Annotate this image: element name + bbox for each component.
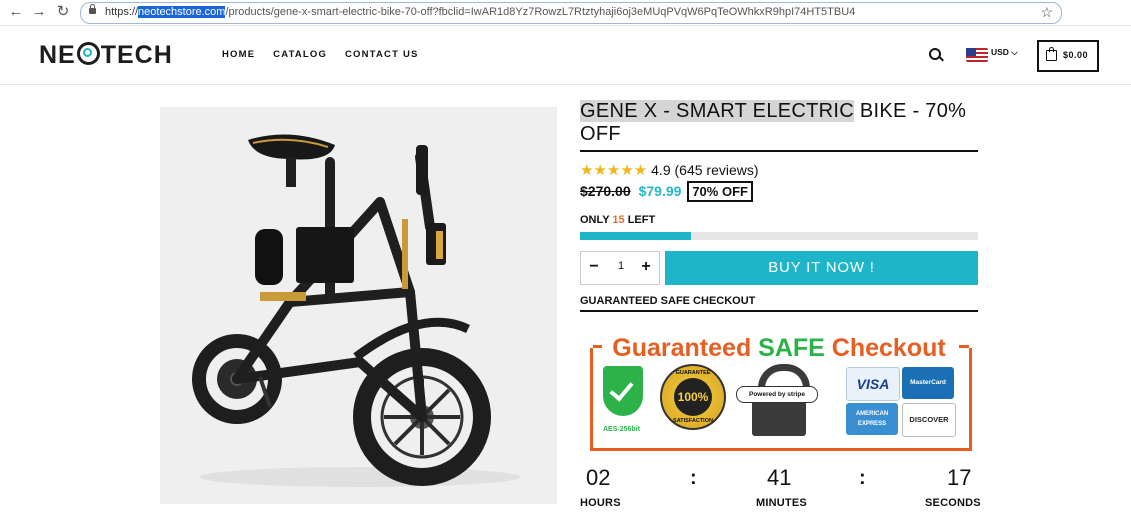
stock-prefix: ONLY: [580, 214, 613, 226]
countdown-timer: 02 : 41 : 17 HOURS MINUTES SECONDS: [580, 465, 981, 515]
product-title: GENE X - SMART ELECTRIC BIKE - 70% OFF: [580, 100, 978, 152]
countdown-separator: :: [859, 467, 866, 489]
cart-button[interactable]: $0.00: [1037, 40, 1099, 72]
url-path: /products/gene-x-smart-electric-bike-70-…: [225, 6, 856, 18]
lock-icon: [89, 4, 96, 14]
forward-arrow-icon[interactable]: →: [31, 4, 47, 20]
amex-text-1: AMERICAN: [855, 411, 889, 417]
purchase-row: − 1 + BUY IT NOW !: [580, 251, 978, 285]
address-bar[interactable]: https://neotechstore.com/products/gene-x…: [80, 2, 1062, 24]
stock-notice: ONLY 15 LEFT: [580, 214, 978, 226]
stock-count: 15: [612, 214, 625, 226]
discover-logo: DISCOVER: [902, 403, 956, 437]
quantity-minus-button[interactable]: −: [586, 258, 602, 276]
safe-checkout-badge: Guaranteed SAFE Checkout AES-256bit GUAR…: [588, 334, 972, 458]
url-prefix: https://: [105, 6, 139, 18]
countdown-hours: 02: [586, 465, 611, 490]
price-row: $270.00 $79.99 70% OFF: [580, 181, 978, 205]
stock-suffix: LEFT: [624, 214, 656, 226]
stripe-label: Powered by stripe: [736, 386, 818, 403]
discount-badge: 70% OFF: [687, 181, 753, 202]
site-logo[interactable]: NE TECH: [39, 41, 173, 70]
quantity-stepper[interactable]: − 1 +: [580, 251, 660, 285]
logo-text-end: TECH: [100, 41, 173, 69]
nav-catalog[interactable]: CATALOG: [273, 49, 327, 60]
url-text[interactable]: https://neotechstore.com/products/gene-x…: [105, 6, 855, 18]
logo-text-start: NE: [39, 41, 76, 69]
cart-total: $0.00: [1063, 50, 1089, 60]
product-title-highlighted: GENE X - SMART ELECTRIC: [580, 100, 854, 122]
rating-stars-icon: ★★★★★: [580, 162, 648, 179]
stock-progress-fill: [580, 232, 692, 240]
seal-top-text: GUARANTEE: [675, 370, 711, 376]
secure-site-text: SECURE SITE: [774, 452, 808, 458]
currency-selector[interactable]: USD ⌵: [991, 47, 1018, 58]
product-image[interactable]: [160, 107, 557, 504]
badge-heading-part-1: Guaranteed: [612, 334, 759, 362]
url-selected-domain: neotechstore.com: [138, 6, 226, 18]
amex-logo: AMERICAN EXPRESS: [846, 403, 898, 435]
countdown-minutes: 41: [767, 465, 792, 490]
electric-bike-illustration: [192, 134, 520, 487]
seal-value: 100%: [674, 378, 712, 416]
quantity-plus-button[interactable]: +: [638, 258, 654, 276]
shopping-bag-icon: [1046, 47, 1057, 61]
padlock-icon: SECURE SITE Powered by stripe: [736, 364, 818, 458]
nav-contact-us[interactable]: CONTACT US: [345, 49, 419, 60]
reload-icon[interactable]: ↻: [55, 4, 71, 20]
us-flag-icon[interactable]: [966, 48, 988, 62]
seal-bottom-text: SATISFACTION: [673, 418, 713, 424]
quantity-value[interactable]: 1: [615, 260, 627, 272]
buy-now-button[interactable]: BUY IT NOW !: [665, 251, 978, 285]
shield-check-icon: [603, 366, 643, 416]
sale-price: $79.99: [638, 183, 682, 199]
search-icon[interactable]: [929, 48, 941, 60]
bookmark-star-icon[interactable]: ☆: [1040, 4, 1053, 21]
mastercard-logo: MasterCard: [902, 367, 954, 399]
minutes-label: MINUTES: [756, 497, 807, 509]
browser-toolbar: ← → ↻ https://neotechstore.com/products/…: [0, 0, 1131, 26]
site-header: NE TECH HOME CATALOG CONTACT US USD ⌵ $0.…: [0, 26, 1131, 85]
rating-row[interactable]: ★★★★★ 4.9 (645 reviews): [580, 161, 978, 179]
badge-heading-safe: SAFE: [758, 334, 825, 362]
countdown-separator: :: [690, 467, 697, 489]
main-nav: HOME CATALOG CONTACT US: [222, 49, 433, 60]
safe-checkout-label: GUARANTEED SAFE CHECKOUT: [580, 295, 978, 312]
stock-progress-bar: [580, 232, 978, 240]
countdown-seconds: 17: [947, 465, 972, 490]
product-info: GENE X - SMART ELECTRIC BIKE - 70% OFF ★…: [580, 100, 978, 312]
logo-o-mark: [76, 42, 100, 65]
badge-heading: Guaranteed SAFE Checkout: [602, 334, 956, 363]
amex-text-2: EXPRESS: [857, 421, 887, 427]
aes-label: AES-256bit: [603, 426, 640, 433]
review-count[interactable]: (645 reviews): [675, 162, 759, 178]
rating-value: 4.9: [651, 162, 671, 178]
back-arrow-icon[interactable]: ←: [8, 4, 24, 20]
original-price: $270.00: [580, 183, 631, 199]
seconds-label: SECONDS: [925, 497, 981, 509]
badge-heading-part-2: Checkout: [824, 334, 946, 362]
visa-logo: VISA: [846, 367, 900, 401]
hours-label: HOURS: [580, 497, 621, 509]
satisfaction-seal-icon: GUARANTEE 100% SATISFACTION: [660, 364, 726, 430]
nav-home[interactable]: HOME: [222, 49, 255, 60]
